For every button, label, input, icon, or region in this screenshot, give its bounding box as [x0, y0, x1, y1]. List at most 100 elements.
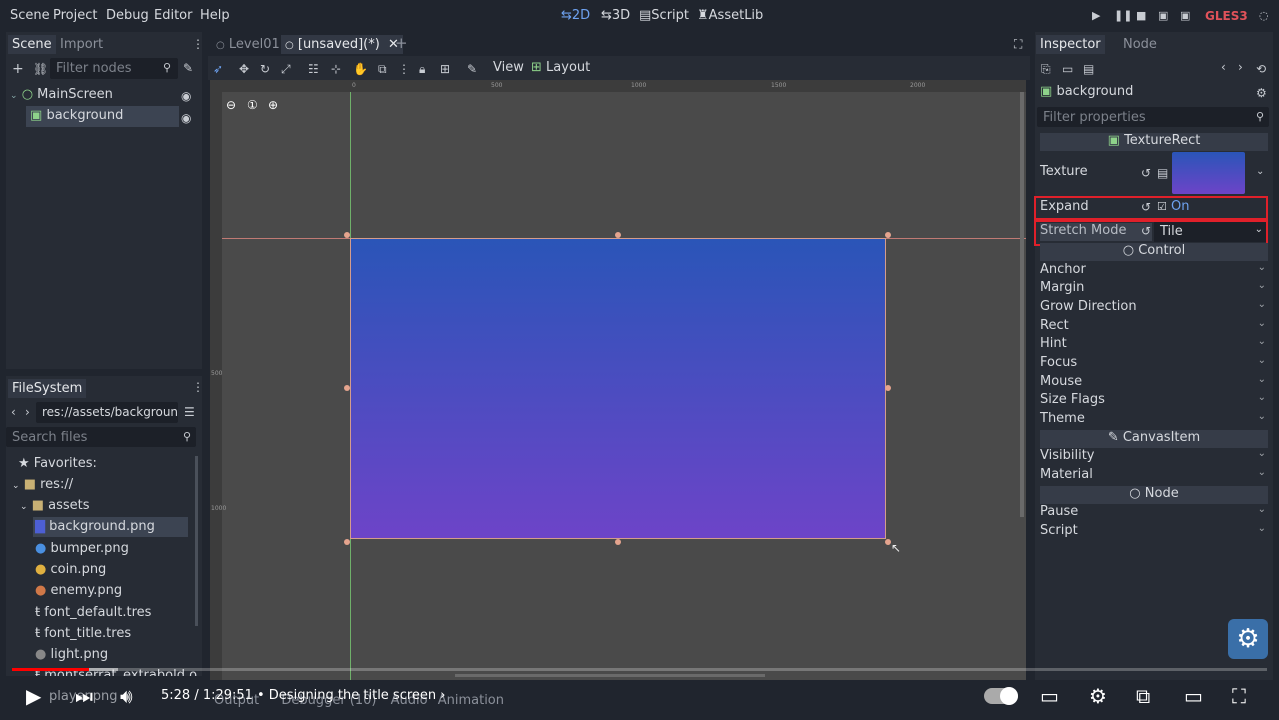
- list-view-icon[interactable]: ☰: [184, 405, 195, 419]
- view-menu[interactable]: View: [493, 60, 524, 75]
- property-material[interactable]: Material ⌄: [1040, 467, 1268, 485]
- renderer-badge[interactable]: GLES3: [1205, 9, 1248, 23]
- menu-debug[interactable]: Debug: [106, 8, 149, 23]
- zoom-in-icon[interactable]: ⊕: [268, 98, 278, 112]
- property-rect[interactable]: Rect ⌄: [1040, 318, 1268, 336]
- autoplay-toggle[interactable]: [984, 687, 1018, 705]
- forward-icon[interactable]: ›: [25, 405, 30, 419]
- next-icon[interactable]: ⏭︎: [75, 684, 93, 708]
- tab-scene[interactable]: Scene: [8, 35, 56, 54]
- channel-logo-icon[interactable]: ⚙: [1228, 619, 1268, 659]
- theater-mode-icon[interactable]: ▭: [1184, 684, 1203, 708]
- property-visibility[interactable]: Visibility ⌄: [1040, 448, 1268, 466]
- tab-level01[interactable]: ○ Level01: [212, 35, 284, 54]
- tab-unsaved[interactable]: ○ [unsaved](*) ✕: [281, 35, 403, 54]
- menu-editor[interactable]: Editor: [154, 8, 192, 23]
- chevron-down-icon[interactable]: ⌄: [1256, 166, 1264, 177]
- resize-handle[interactable]: [885, 232, 891, 238]
- video-progress-track[interactable]: [12, 668, 1267, 671]
- tree-node-background[interactable]: ▣ background: [26, 106, 179, 127]
- zoom-out-icon[interactable]: ⊖: [226, 98, 236, 112]
- path-input[interactable]: res://assets/backgroun: [36, 402, 178, 423]
- more-options-icon[interactable]: ⋮: [398, 62, 410, 76]
- menu-help[interactable]: Help: [200, 8, 230, 23]
- pan-tool-icon[interactable]: ✋: [353, 62, 368, 76]
- history-back-icon[interactable]: ‹: [1221, 60, 1226, 74]
- property-pause[interactable]: Pause ⌄: [1040, 504, 1268, 522]
- menu-project[interactable]: Project: [53, 8, 97, 23]
- property-margin[interactable]: Margin ⌄: [1040, 280, 1268, 298]
- texture-rect-background[interactable]: [350, 238, 886, 539]
- new-scene-tab-icon[interactable]: +: [391, 32, 412, 54]
- link-icon[interactable]: ⛓: [33, 62, 48, 76]
- inspected-object[interactable]: ▣ background: [1040, 84, 1133, 99]
- property-anchor[interactable]: Anchor ⌄: [1040, 262, 1268, 280]
- resize-handle[interactable]: [615, 539, 621, 545]
- res-root-row[interactable]: ⌄ ■ res://: [12, 477, 73, 492]
- file-row[interactable]: ● enemy.png: [35, 583, 122, 598]
- property-size-flags[interactable]: Size Flags ⌄: [1040, 392, 1268, 410]
- lock-icon[interactable]: 🔒︎: [419, 62, 425, 77]
- zoom-reset-icon[interactable]: ①: [247, 98, 258, 112]
- file-row[interactable]: ŧ font_title.tres: [35, 626, 131, 641]
- layout-menu[interactable]: ⊞ Layout: [531, 60, 590, 75]
- file-row[interactable]: ● coin.png: [35, 562, 106, 577]
- texture-preview[interactable]: [1172, 152, 1245, 194]
- favorites-row[interactable]: ★ Favorites:: [18, 456, 97, 471]
- scale-tool-icon[interactable]: ⤢: [281, 62, 291, 77]
- add-node-icon[interactable]: +: [12, 61, 24, 77]
- assets-folder-row[interactable]: ⌄ ■ assets: [20, 498, 90, 513]
- canvas-viewport[interactable]: 0 500 1000 1500 2000 500 1000 ⊖ ① ⊕ ↖: [210, 80, 1026, 680]
- pause-icon[interactable]: ❚❚: [1114, 9, 1132, 22]
- property-hint[interactable]: Hint ⌄: [1040, 336, 1268, 354]
- tab-inspector[interactable]: Inspector: [1036, 35, 1105, 54]
- tree-node-mainscreen[interactable]: ⌄ ○ MainScreen: [10, 87, 200, 107]
- resize-handle[interactable]: [344, 385, 350, 391]
- play-scene-icon[interactable]: ▣: [1158, 9, 1168, 22]
- horizontal-scrollbar[interactable]: [455, 674, 765, 677]
- visibility-eye-icon[interactable]: ◉: [181, 111, 191, 125]
- property-theme[interactable]: Theme ⌄: [1040, 411, 1268, 429]
- dock-menu-icon[interactable]: ⋮: [192, 37, 204, 51]
- stop-icon[interactable]: ■: [1136, 9, 1146, 22]
- tab-node[interactable]: Node: [1119, 35, 1161, 54]
- select-tool-icon[interactable]: ➶: [213, 62, 223, 76]
- play-icon[interactable]: ▶: [1092, 9, 1100, 22]
- dock-menu-icon[interactable]: ⋮: [192, 380, 202, 394]
- bone-icon[interactable]: ✎: [467, 62, 477, 76]
- file-row[interactable]: ŧ font_default.tres: [35, 605, 151, 620]
- rotate-tool-icon[interactable]: ↻: [260, 62, 270, 76]
- revert-icon[interactable]: ↺: [1141, 166, 1151, 180]
- history-forward-icon[interactable]: ›: [1238, 60, 1243, 74]
- file-row[interactable]: ● light.png: [35, 647, 108, 662]
- property-script[interactable]: Script ⌄: [1040, 523, 1268, 541]
- file-row[interactable]: ● bumper.png: [35, 541, 129, 556]
- list-select-icon[interactable]: ☷: [308, 62, 319, 76]
- tab-animation[interactable]: Animation: [438, 693, 504, 708]
- history-icon[interactable]: ⟲: [1256, 62, 1266, 76]
- object-properties-icon[interactable]: ⚙: [1256, 86, 1267, 100]
- subtitles-icon[interactable]: ▭: [1040, 684, 1059, 708]
- save-icon[interactable]: ▤: [1083, 62, 1094, 76]
- resize-handle[interactable]: [615, 232, 621, 238]
- move-tool-icon[interactable]: ✥: [239, 62, 249, 76]
- fullscreen-icon[interactable]: ⛶: [1014, 37, 1022, 52]
- workspace-assetlib-button[interactable]: ♜AssetLib: [697, 8, 763, 23]
- miniplayer-icon[interactable]: ⧉: [1136, 684, 1150, 708]
- visibility-eye-icon[interactable]: ◉: [181, 89, 191, 103]
- workspace-script-button[interactable]: ▤Script: [639, 8, 689, 23]
- resize-handle[interactable]: [344, 232, 350, 238]
- pivot-tool-icon[interactable]: ⊹: [331, 62, 341, 76]
- file-row[interactable]: ▇ background.png: [33, 517, 188, 537]
- tab-import[interactable]: Import: [56, 35, 107, 54]
- volume-icon[interactable]: 🔊︎: [120, 684, 133, 708]
- resize-handle[interactable]: [344, 539, 350, 545]
- open-folder-icon[interactable]: ▭: [1062, 62, 1073, 76]
- property-focus[interactable]: Focus ⌄: [1040, 355, 1268, 373]
- menu-scene[interactable]: Scene: [10, 8, 50, 23]
- group-icon[interactable]: ⊞: [440, 62, 450, 76]
- script-attach-icon[interactable]: ✎: [183, 61, 193, 75]
- settings-gear-icon[interactable]: ⚙: [1089, 684, 1107, 708]
- tab-filesystem[interactable]: FileSystem: [8, 379, 87, 398]
- new-resource-icon[interactable]: ⎘: [1041, 62, 1051, 77]
